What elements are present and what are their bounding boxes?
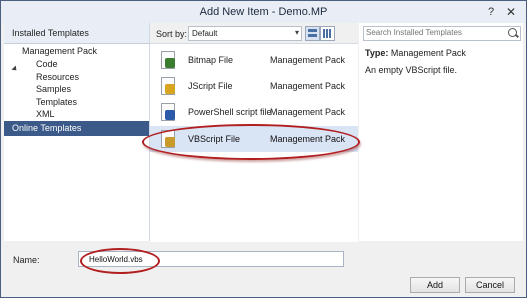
template-category: Management Pack bbox=[270, 134, 346, 144]
template-category: Management Pack bbox=[270, 107, 346, 117]
template-row-vbscript[interactable]: VBScript File Management Pack bbox=[150, 126, 358, 152]
search-icon[interactable] bbox=[508, 28, 517, 37]
search-input[interactable] bbox=[366, 27, 501, 38]
template-description: An empty VBScript file. bbox=[365, 65, 458, 75]
sort-by-value: Default bbox=[192, 29, 218, 38]
cancel-button[interactable]: Cancel bbox=[465, 277, 515, 293]
name-field[interactable] bbox=[78, 251, 344, 267]
tree-item-code[interactable]: Code bbox=[36, 59, 58, 69]
window-title: Add New Item - Demo.MP bbox=[199, 6, 328, 18]
tree-item-samples[interactable]: Samples bbox=[36, 84, 71, 94]
tree-item-templates[interactable]: Templates bbox=[36, 97, 77, 107]
template-row-bitmap[interactable]: Bitmap File Management Pack bbox=[150, 47, 358, 73]
expand-caret-icon[interactable] bbox=[11, 65, 19, 73]
add-button[interactable]: Add bbox=[410, 277, 460, 293]
chevron-down-icon: ▾ bbox=[294, 28, 299, 37]
online-templates-label: Online Templates bbox=[12, 123, 82, 133]
installed-templates-header[interactable]: Installed Templates bbox=[4, 23, 149, 44]
add-new-item-dialog: Add New Item - Demo.MP ? ✕ Installed Tem… bbox=[0, 0, 527, 298]
jscript-file-icon bbox=[160, 77, 176, 95]
tree-item-xml[interactable]: XML bbox=[36, 109, 55, 119]
templates-tree-panel: Installed Templates Management Pack Code… bbox=[4, 23, 150, 241]
type-value: Management Pack bbox=[390, 48, 466, 58]
online-templates-item[interactable]: Online Templates bbox=[4, 121, 149, 136]
list-view-icon[interactable] bbox=[305, 26, 320, 41]
help-icon[interactable]: ? bbox=[481, 4, 501, 20]
template-name: JScript File bbox=[188, 81, 233, 91]
templates-list: Bitmap File Management Pack JScript File… bbox=[150, 43, 358, 242]
title-bar: Add New Item - Demo.MP ? ✕ bbox=[1, 1, 526, 23]
bitmap-file-icon bbox=[160, 51, 176, 69]
template-name: VBScript File bbox=[188, 134, 241, 144]
name-label: Name: bbox=[13, 255, 40, 265]
type-line: Type: Management Pack bbox=[365, 48, 466, 58]
powershell-file-icon bbox=[160, 103, 176, 121]
template-name: Bitmap File bbox=[188, 55, 234, 65]
installed-templates-label: Installed Templates bbox=[12, 28, 89, 38]
template-category: Management Pack bbox=[270, 81, 346, 91]
sort-toolbar: Sort by: Default ▾ bbox=[150, 23, 358, 43]
template-row-jscript[interactable]: JScript File Management Pack bbox=[150, 73, 358, 99]
close-icon[interactable]: ✕ bbox=[501, 4, 521, 20]
details-panel: Type: Management Pack An empty VBScript … bbox=[359, 23, 523, 241]
name-input[interactable] bbox=[89, 253, 339, 265]
dialog-footer: Name: Add Cancel bbox=[1, 242, 526, 297]
templates-list-panel: Sort by: Default ▾ Bitmap File Managemen… bbox=[150, 23, 358, 242]
template-row-powershell[interactable]: PowerShell script file Management Pack bbox=[150, 99, 358, 125]
sort-by-label: Sort by: bbox=[156, 29, 188, 39]
tree-item-management-pack[interactable]: Management Pack bbox=[22, 46, 97, 56]
type-label: Type: bbox=[365, 48, 389, 58]
vbscript-file-icon bbox=[160, 130, 176, 148]
tree-item-resources[interactable]: Resources bbox=[36, 72, 79, 82]
search-box[interactable] bbox=[363, 26, 521, 41]
template-category: Management Pack bbox=[270, 55, 346, 65]
sort-by-dropdown[interactable]: Default ▾ bbox=[188, 26, 302, 41]
template-name: PowerShell script file bbox=[188, 107, 272, 117]
grid-view-icon[interactable] bbox=[320, 26, 335, 41]
